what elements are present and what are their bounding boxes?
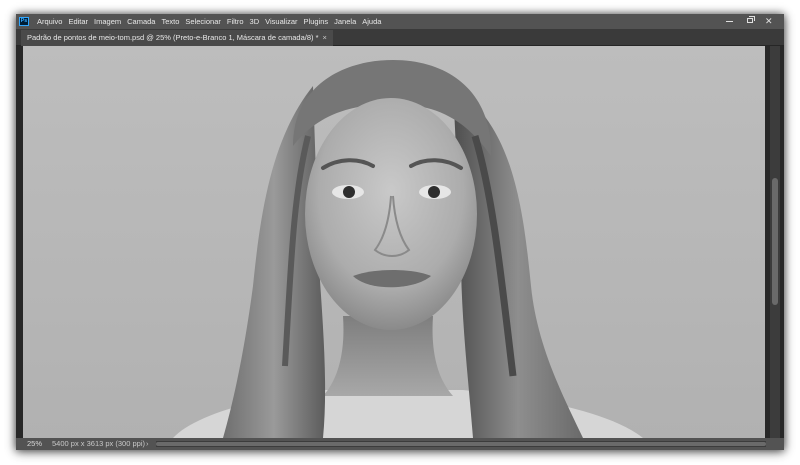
photoshop-logo-icon[interactable]: Ps <box>19 17 29 26</box>
document-tab-title: Padrão de pontos de meio-tom.psd @ 25% (… <box>27 33 319 42</box>
close-icon: ✕ <box>765 16 773 26</box>
minimize-button[interactable] <box>720 14 740 29</box>
menu-selecionar[interactable]: Selecionar <box>182 14 223 29</box>
iris-left <box>343 186 355 198</box>
menu-ajuda[interactable]: Ajuda <box>359 14 384 29</box>
menu-3d[interactable]: 3D <box>247 14 263 29</box>
photoshop-window: Ps Arquivo Editar Imagem Camada Texto Se… <box>16 14 784 450</box>
tab-close-icon[interactable]: × <box>323 33 327 42</box>
menu-visualizar[interactable]: Visualizar <box>262 14 300 29</box>
menu-texto[interactable]: Texto <box>158 14 182 29</box>
menu-imagem[interactable]: Imagem <box>91 14 124 29</box>
horizontal-scroll-thumb[interactable] <box>156 442 766 446</box>
menu-items: Arquivo Editar Imagem Camada Texto Selec… <box>34 14 384 29</box>
horizontal-scrollbar[interactable] <box>156 441 766 447</box>
workspace <box>16 46 784 438</box>
menu-plugins[interactable]: Plugins <box>301 14 332 29</box>
document-tab[interactable]: Padrão de pontos de meio-tom.psd @ 25% (… <box>21 30 333 46</box>
menu-filtro[interactable]: Filtro <box>224 14 247 29</box>
status-menu-arrow-icon[interactable]: › <box>146 438 149 450</box>
menu-arquivo[interactable]: Arquivo <box>34 14 65 29</box>
menu-bar: Ps Arquivo Editar Imagem Camada Texto Se… <box>16 14 784 29</box>
document-tab-bar: Padrão de pontos de meio-tom.psd @ 25% (… <box>16 29 784 46</box>
vertical-scroll-thumb[interactable] <box>772 178 778 305</box>
document-size: 5400 px x 3613 px (300 ppi) <box>52 439 145 448</box>
document-canvas[interactable] <box>23 46 765 438</box>
face-shape <box>305 98 477 330</box>
window-controls: ✕ <box>720 14 780 29</box>
minimize-icon <box>726 21 733 22</box>
zoom-level[interactable]: 25% <box>27 438 42 450</box>
menu-editar[interactable]: Editar <box>65 14 91 29</box>
menu-janela[interactable]: Janela <box>331 14 359 29</box>
status-bar: 25% 5400 px x 3613 px (300 ppi) › <box>16 438 784 450</box>
restore-icon <box>747 16 755 23</box>
restore-button[interactable] <box>740 14 760 29</box>
portrait-photo <box>173 60 643 438</box>
vertical-scrollbar[interactable] <box>770 46 780 438</box>
close-button[interactable]: ✕ <box>760 14 780 29</box>
iris-right <box>428 186 440 198</box>
menu-camada[interactable]: Camada <box>124 14 158 29</box>
